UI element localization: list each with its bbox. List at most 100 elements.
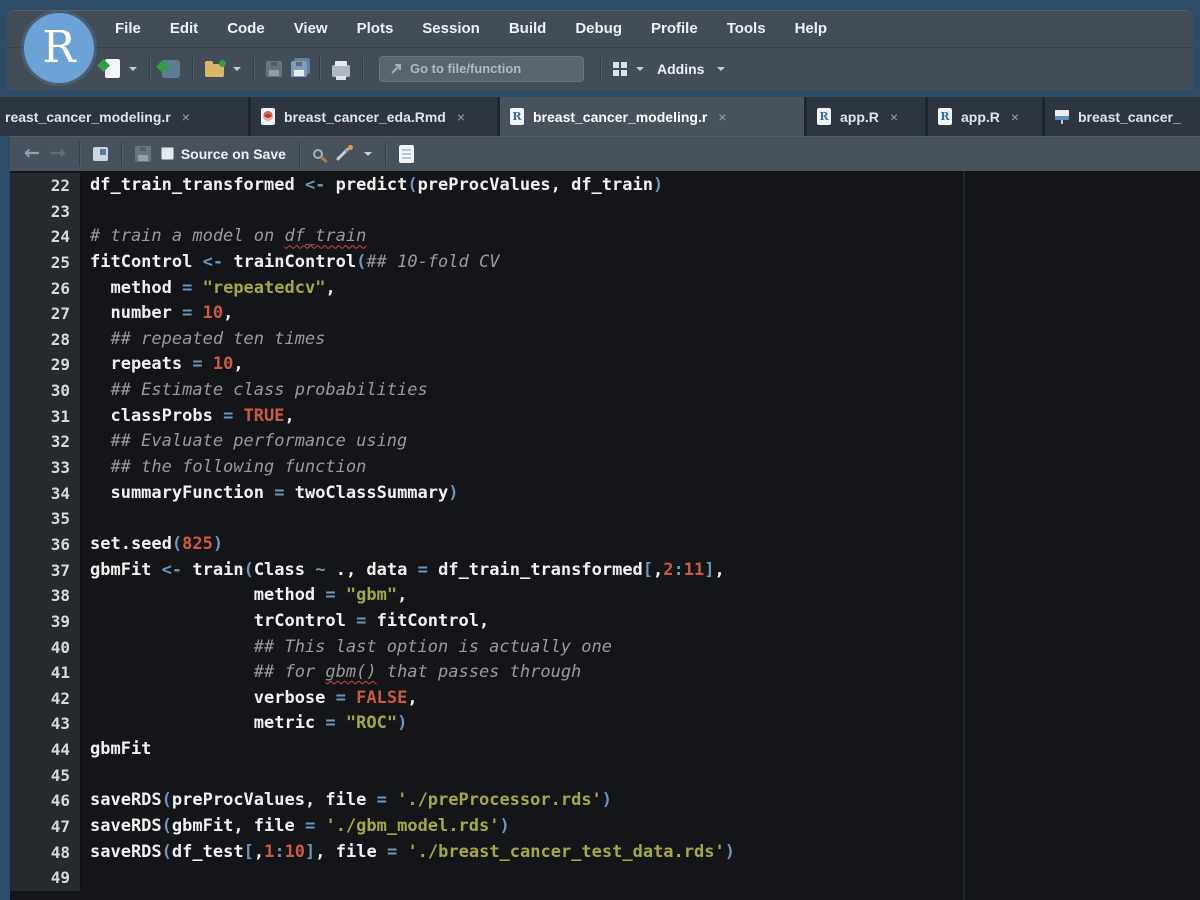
code-line[interactable]: 45	[10, 763, 1200, 789]
code-line[interactable]: 34 summaryFunction = twoClassSummary)	[10, 481, 1200, 507]
code-line[interactable]: 38 method = "gbm",	[10, 583, 1200, 609]
code-line[interactable]: 49	[10, 865, 1200, 891]
addins-grid-icon	[613, 62, 627, 76]
menu-item-plots[interactable]: Plots	[357, 20, 394, 37]
line-number: 35	[10, 506, 82, 532]
menu-item-profile[interactable]: Profile	[651, 20, 698, 37]
editor-tab-app.r[interactable]: app.R×	[928, 97, 1042, 136]
forward-button[interactable]: →	[50, 144, 66, 163]
code-line[interactable]: 40 ## This last option is actually one	[10, 635, 1200, 661]
goto-file-search[interactable]	[379, 56, 584, 82]
editor-tab-reast-cancer-modeling.r[interactable]: reast_cancer_modeling.r×	[0, 97, 248, 136]
code-line[interactable]: 46saveRDS(preProcValues, file = './prePr…	[10, 788, 1200, 814]
tab-label: breast_cancer_modeling.r	[533, 109, 707, 125]
code-tools-caret[interactable]	[364, 152, 372, 156]
code-line[interactable]: 43 metric = "ROC")	[10, 711, 1200, 737]
code-line[interactable]: 28 ## repeated ten times	[10, 327, 1200, 353]
line-number: 42	[10, 686, 82, 712]
print-button[interactable]	[332, 61, 350, 77]
code-line[interactable]: 30 ## Estimate class probabilities	[10, 378, 1200, 404]
toolbar-separator	[319, 57, 320, 81]
save-button[interactable]	[266, 61, 282, 77]
editor-tab-breast-cancer-eda.rmd[interactable]: breast_cancer_eda.Rmd×	[251, 97, 497, 136]
save-all-button[interactable]	[291, 61, 307, 77]
code-text: saveRDS(preProcValues, file = './preProc…	[82, 788, 612, 814]
r-file-icon	[817, 108, 831, 125]
code-line[interactable]: 22df_train_transformed <- predict(prePro…	[10, 173, 1200, 199]
code-line[interactable]: 36set.seed(825)	[10, 532, 1200, 558]
new-file-dropdown-caret[interactable]	[129, 67, 137, 71]
new-file-button[interactable]	[105, 59, 120, 78]
addins-menu[interactable]: Addins	[657, 61, 704, 77]
find-replace-button[interactable]	[313, 149, 327, 159]
line-number: 32	[10, 429, 82, 455]
save-icon	[266, 61, 282, 77]
code-line[interactable]: 41 ## for gbm() that passes through	[10, 660, 1200, 686]
open-file-dropdown-caret[interactable]	[233, 67, 241, 71]
code-line[interactable]: 31 classProbs = TRUE,	[10, 404, 1200, 430]
code-line[interactable]: 29 repeats = 10,	[10, 352, 1200, 378]
top-panel: File Edit Code View Plots Session Build Debug Pr…	[7, 10, 1193, 90]
code-line[interactable]: 32 ## Evaluate performance using	[10, 429, 1200, 455]
compile-report-button[interactable]	[399, 145, 414, 163]
tab-close-icon[interactable]: ×	[890, 109, 898, 125]
code-text: ## Estimate class probabilities	[82, 378, 428, 404]
save-document-button[interactable]	[135, 146, 151, 162]
code-line[interactable]: 35	[10, 506, 1200, 532]
code-line[interactable]: 26 method = "repeatedcv",	[10, 276, 1200, 302]
addins-browse-button[interactable]	[613, 62, 627, 76]
menu-item-file[interactable]: File	[115, 20, 141, 37]
toolbar-separator	[192, 57, 193, 81]
rmd-file-icon	[261, 108, 275, 125]
back-button[interactable]: ←	[24, 144, 40, 163]
code-line[interactable]: 23	[10, 199, 1200, 225]
code-line[interactable]: 25fitControl <- trainControl(## 10-fold …	[10, 250, 1200, 276]
menu-item-code[interactable]: Code	[227, 20, 265, 37]
code-text: ## for gbm() that passes through	[82, 660, 581, 686]
presentation-file-icon	[1055, 108, 1069, 125]
source-on-save-checkbox[interactable]	[161, 147, 174, 160]
line-number: 40	[10, 635, 82, 661]
editor-tab-app.r[interactable]: app.R×	[807, 97, 925, 136]
menu-item-debug[interactable]: Debug	[575, 20, 622, 37]
menu-item-help[interactable]: Help	[795, 20, 828, 37]
open-file-button[interactable]	[205, 60, 224, 77]
new-project-button[interactable]	[162, 60, 180, 78]
tab-close-icon[interactable]: ×	[1011, 109, 1019, 125]
code-line[interactable]: 47saveRDS(gbmFit, file = './gbm_model.rd…	[10, 814, 1200, 840]
code-text: repeats = 10,	[82, 352, 244, 378]
line-number: 28	[10, 327, 82, 353]
menu-item-build[interactable]: Build	[509, 20, 547, 37]
code-line[interactable]: 44gbmFit	[10, 737, 1200, 763]
tab-close-icon[interactable]: ×	[182, 109, 190, 125]
addins-grid-caret[interactable]	[636, 67, 644, 71]
line-number: 34	[10, 481, 82, 507]
code-line[interactable]: 42 verbose = FALSE,	[10, 686, 1200, 712]
code-text: ## Evaluate performance using	[82, 429, 407, 455]
code-editor[interactable]: 22df_train_transformed <- predict(prePro…	[10, 171, 1200, 900]
addins-menu-caret[interactable]	[717, 67, 725, 71]
toolbar-separator	[385, 142, 386, 166]
open-folder-icon	[205, 64, 224, 77]
code-line[interactable]: 48saveRDS(df_test[,1:10], file = './brea…	[10, 840, 1200, 866]
goto-arrow-icon	[390, 63, 402, 75]
menu-item-session[interactable]: Session	[422, 20, 480, 37]
editor-toolbar: ← → Source on Save	[10, 136, 1200, 171]
magic-wand-icon	[337, 145, 354, 162]
menu-item-edit[interactable]: Edit	[170, 20, 198, 37]
code-line[interactable]: 39 trControl = fitControl,	[10, 609, 1200, 635]
menu-item-view[interactable]: View	[294, 20, 328, 37]
code-tools-button[interactable]	[337, 145, 354, 162]
code-line[interactable]: 37gbmFit <- train(Class ~ ., data = df_t…	[10, 558, 1200, 584]
editor-tab-breast-cancer-[interactable]: breast_cancer_	[1045, 97, 1200, 136]
tab-close-icon[interactable]: ×	[718, 109, 726, 125]
goto-file-input[interactable]	[410, 61, 570, 76]
line-number: 27	[10, 301, 82, 327]
menu-item-tools[interactable]: Tools	[727, 20, 766, 37]
editor-tab-breast-cancer-modeling.r[interactable]: breast_cancer_modeling.r ×	[500, 97, 804, 136]
code-line[interactable]: 24# train a model on df_train	[10, 224, 1200, 250]
open-in-new-window-button[interactable]	[93, 147, 108, 161]
tab-close-icon[interactable]: ×	[457, 109, 465, 125]
code-line[interactable]: 27 number = 10,	[10, 301, 1200, 327]
code-line[interactable]: 33 ## the following function	[10, 455, 1200, 481]
